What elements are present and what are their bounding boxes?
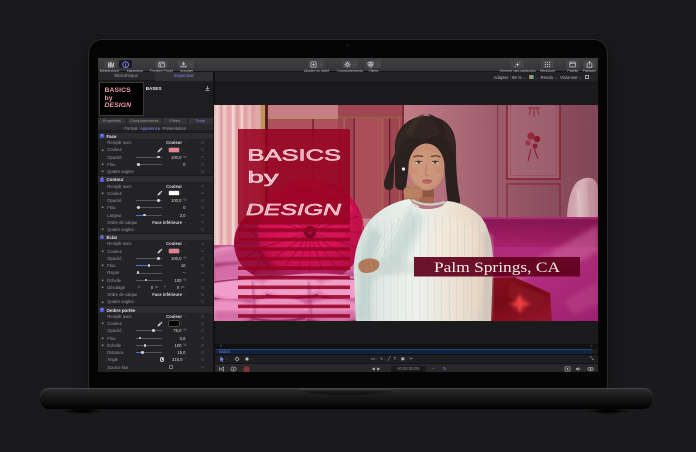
svg-text:BASICS: BASICS [248,147,342,164]
svg-text:Palm Springs, CA: Palm Springs, CA [434,260,561,276]
svg-text:DESIGN: DESIGN [246,202,342,219]
svg-text:by: by [248,169,279,186]
